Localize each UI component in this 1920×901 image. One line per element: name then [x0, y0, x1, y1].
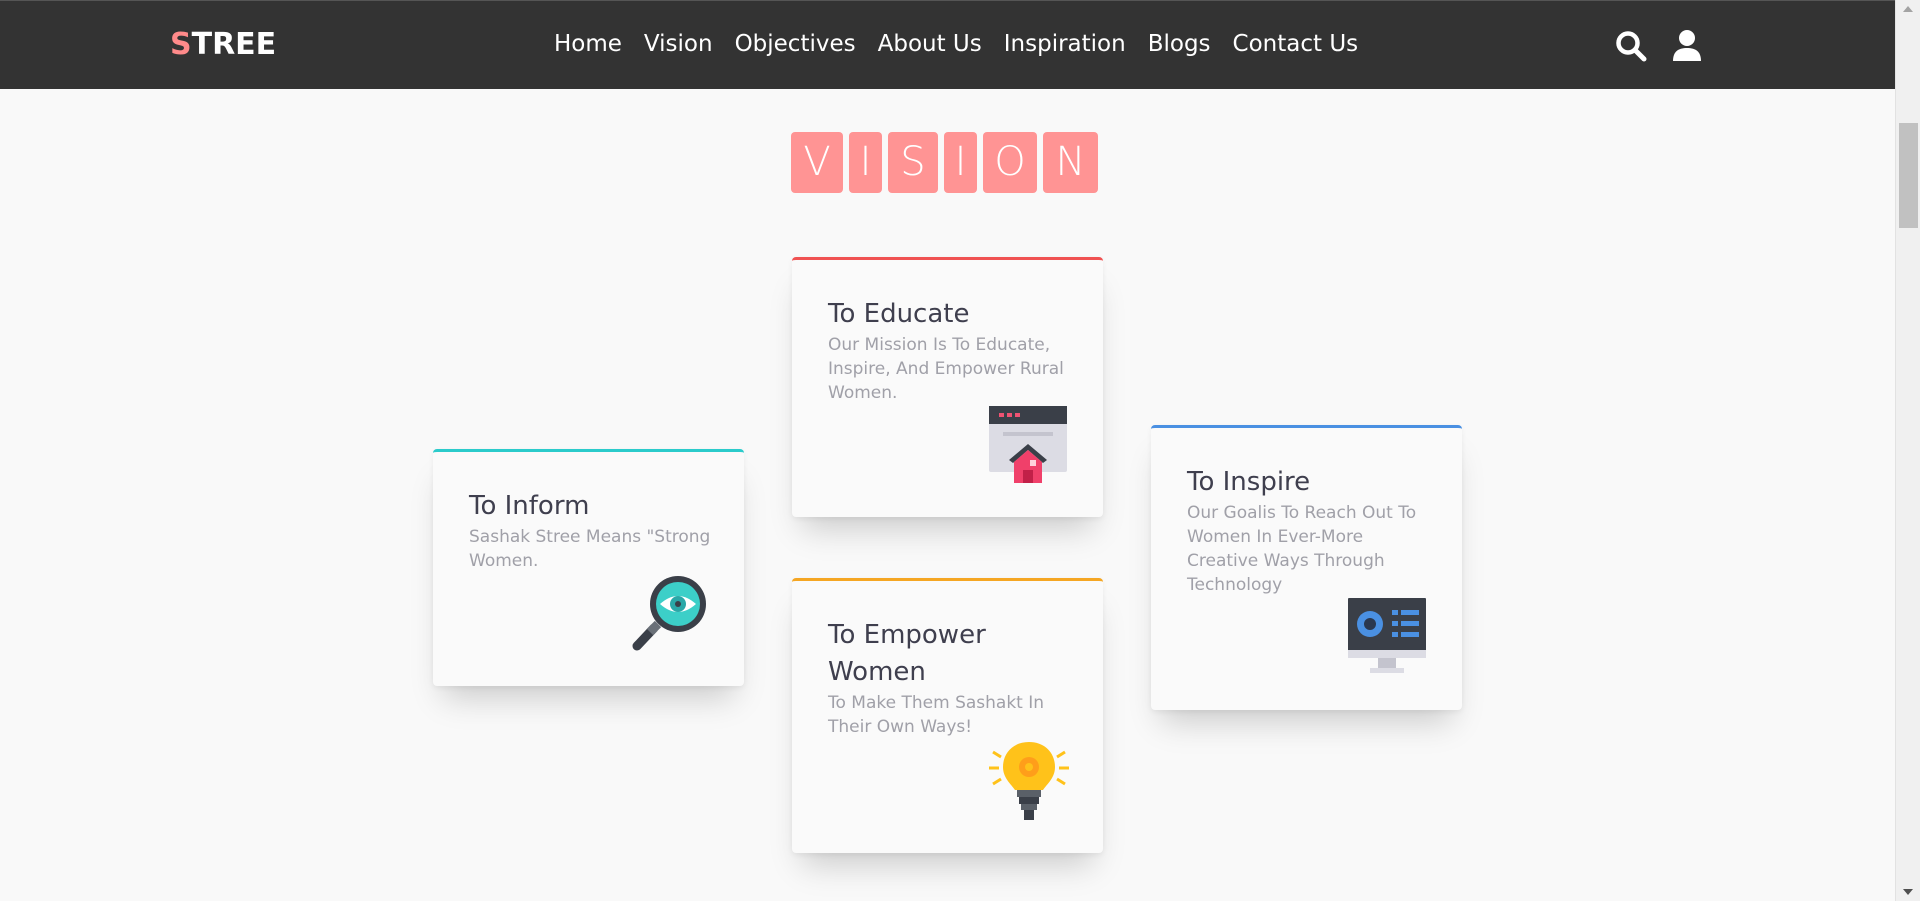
card-text: Our Mission Is To Educate, Inspire, And … — [828, 335, 1064, 403]
vision-heading: V I S I O N — [791, 132, 1098, 193]
nav-objectives[interactable]: Objectives — [735, 31, 856, 57]
browser-home-icon — [989, 406, 1067, 483]
monitor-icon — [1348, 598, 1426, 673]
card-title: To Inspire — [1187, 467, 1311, 497]
user-icon[interactable] — [1670, 29, 1704, 63]
nav-blogs[interactable]: Blogs — [1148, 31, 1211, 57]
page-scrollbar[interactable] — [1895, 0, 1920, 901]
card-title: To Empower Women — [828, 620, 986, 687]
site-logo[interactable]: STREE — [170, 27, 276, 62]
card-text: Sashak Stree Means "Strong Women. — [469, 527, 711, 571]
lightbulb-icon — [989, 742, 1069, 820]
vision-letter-tile: V — [791, 132, 843, 193]
nav-about-us[interactable]: About Us — [878, 31, 982, 57]
scroll-up-arrow-icon[interactable] — [1903, 6, 1913, 12]
card-inform[interactable]: To Inform Sashak Stree Means "Strong Wom… — [433, 449, 744, 686]
search-icon[interactable] — [1614, 29, 1648, 63]
vision-letter-tile: O — [983, 132, 1037, 193]
nav-inspiration[interactable]: Inspiration — [1004, 31, 1126, 57]
nav-contact-us[interactable]: Contact Us — [1233, 31, 1359, 57]
card-empower-women[interactable]: To Empower Women To Make Them Sashakt In… — [792, 578, 1103, 853]
nav-vision[interactable]: Vision — [644, 31, 713, 57]
scroll-thumb[interactable] — [1899, 123, 1918, 228]
magnifier-eye-icon — [632, 576, 706, 651]
scroll-down-arrow-icon[interactable] — [1903, 889, 1913, 895]
card-title: To Inform — [469, 491, 590, 521]
logo-accent-letter: S — [170, 27, 192, 62]
card-title: To Educate — [828, 299, 970, 329]
logo-text: TREE — [191, 27, 277, 62]
vision-letter-tile: S — [888, 132, 938, 193]
nav-home[interactable]: Home — [554, 31, 622, 57]
card-text: Our Goalis To Reach Out To Women In Ever… — [1187, 503, 1417, 595]
vision-letter-tile: I — [944, 132, 977, 193]
card-text: To Make Them Sashakt In Their Own Ways! — [828, 693, 1045, 737]
card-educate[interactable]: To Educate Our Mission Is To Educate, In… — [792, 257, 1103, 517]
main-nav: Home Vision Objectives About Us Inspirat… — [554, 31, 1380, 57]
card-inspire[interactable]: To Inspire Our Goalis To Reach Out To Wo… — [1151, 425, 1462, 710]
vision-letter-tile: I — [849, 132, 882, 193]
vision-letter-tile: N — [1043, 132, 1098, 193]
top-navbar: STREE Home Vision Objectives About Us In… — [0, 0, 1895, 89]
